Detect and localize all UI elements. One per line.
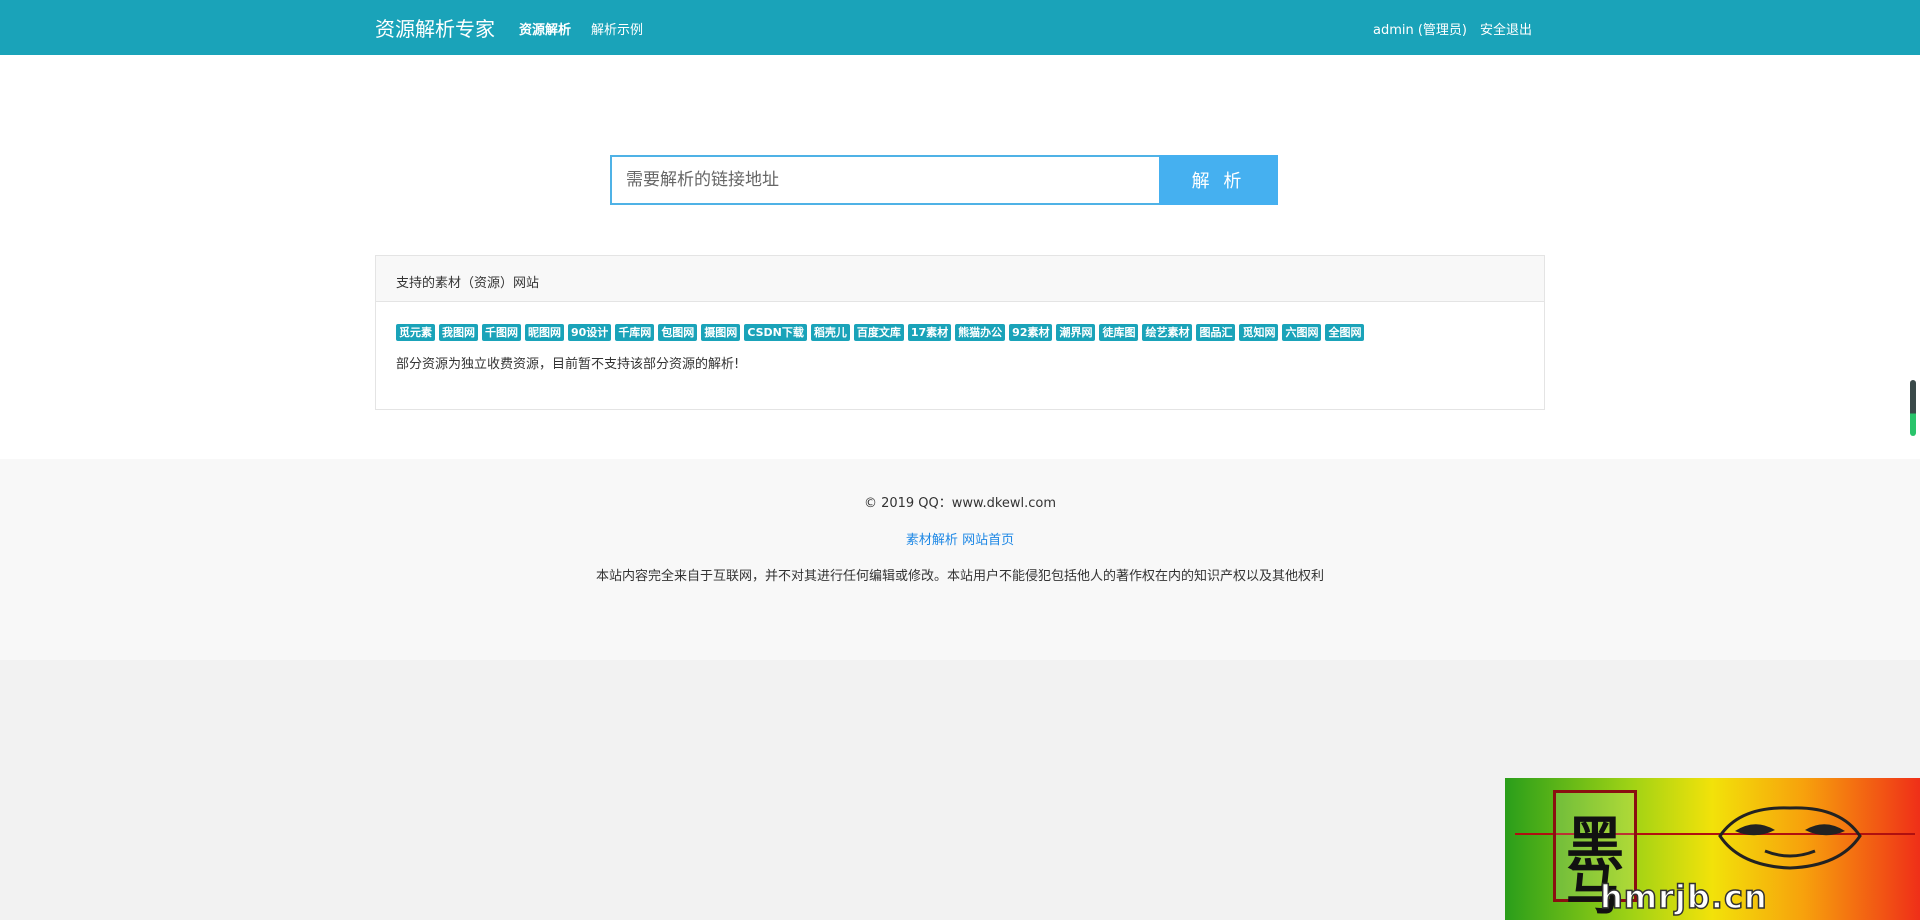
top-navbar: 资源解析专家 资源解析 解析示例 admin (管理员) 安全退出: [0, 0, 1920, 55]
parse-button[interactable]: 解 析: [1159, 155, 1278, 205]
watermark-badge: 黑 马 hmrjb.cn: [1505, 778, 1920, 920]
site-tags: 觅元素 我图网 千图网 昵图网 90设计 千库网 包图网 摄图网 CSDN下载 …: [396, 324, 1524, 341]
footer: © 2019 QQ：www.dkewl.com 素材解析 网站首页 本站内容完全…: [0, 459, 1920, 660]
url-input[interactable]: [610, 155, 1160, 205]
site-tag[interactable]: 包图网: [658, 324, 698, 341]
site-tag[interactable]: 百度文库: [853, 324, 904, 341]
mask-icon: [1718, 806, 1862, 870]
site-tag[interactable]: 昵图网: [525, 324, 564, 341]
site-tag[interactable]: CSDN下载: [744, 324, 807, 341]
site-tag[interactable]: 潮界网: [1056, 324, 1096, 341]
footer-link-home[interactable]: 网站首页: [962, 533, 1014, 548]
site-tag[interactable]: 绘艺素材: [1142, 324, 1193, 341]
site-tag[interactable]: 图品汇: [1196, 324, 1236, 341]
panel-title: 支持的素材（资源）网站: [376, 256, 1544, 302]
site-tag[interactable]: 熊猫办公: [955, 324, 1006, 341]
search-bar: 解 析: [610, 155, 1278, 205]
main-content: 解 析 支持的素材（资源）网站 觅元素 我图网 千图网 昵图网 90设计 千库网…: [0, 55, 1920, 459]
site-tag[interactable]: 千库网: [615, 324, 655, 341]
footer-links: 素材解析 网站首页: [0, 529, 1920, 548]
user-menu[interactable]: admin (管理员): [1373, 19, 1467, 38]
paid-resource-note: 部分资源为独立收费资源，目前暂不支持该部分资源的解析!: [396, 357, 740, 372]
site-tag[interactable]: 千图网: [482, 324, 521, 341]
site-tag[interactable]: 92素材: [1009, 324, 1053, 341]
site-tag[interactable]: 觅知网: [1239, 324, 1279, 341]
watermark-site: hmrjb.cn: [1599, 877, 1768, 917]
footer-link-material-parse[interactable]: 素材解析: [906, 533, 958, 548]
site-tag[interactable]: 摄图网: [701, 324, 741, 341]
brand-title[interactable]: 资源解析专家: [375, 13, 495, 42]
nav-link-parse-examples[interactable]: 解析示例: [591, 19, 643, 38]
nav-link-resource-parse[interactable]: 资源解析: [519, 19, 571, 38]
site-tag[interactable]: 徒库图: [1099, 324, 1139, 341]
scroll-indicator[interactable]: [1910, 380, 1916, 436]
panel-body: 觅元素 我图网 千图网 昵图网 90设计 千库网 包图网 摄图网 CSDN下载 …: [376, 302, 1544, 372]
site-tag[interactable]: 我图网: [439, 324, 478, 341]
logout-link[interactable]: 安全退出: [1480, 19, 1532, 38]
site-tag[interactable]: 稻壳儿: [810, 324, 850, 341]
site-tag[interactable]: 觅元素: [396, 324, 435, 341]
site-tag[interactable]: 17素材: [907, 324, 952, 341]
copyright-text: © 2019 QQ：www.dkewl.com: [863, 496, 1057, 511]
navbar-inner: 资源解析专家 资源解析 解析示例 admin (管理员) 安全退出: [375, 0, 1545, 55]
site-tag[interactable]: 90设计: [568, 324, 612, 341]
site-tag[interactable]: 全图网: [1325, 324, 1365, 341]
disclaimer-text: 本站内容完全来自于互联网，并不对其进行任何编辑或修改。本站用户不能侵犯包括他人的…: [595, 569, 1324, 584]
supported-sites-panel: 支持的素材（资源）网站 觅元素 我图网 千图网 昵图网 90设计 千库网 包图网…: [375, 255, 1545, 410]
site-tag[interactable]: 六图网: [1282, 324, 1322, 341]
